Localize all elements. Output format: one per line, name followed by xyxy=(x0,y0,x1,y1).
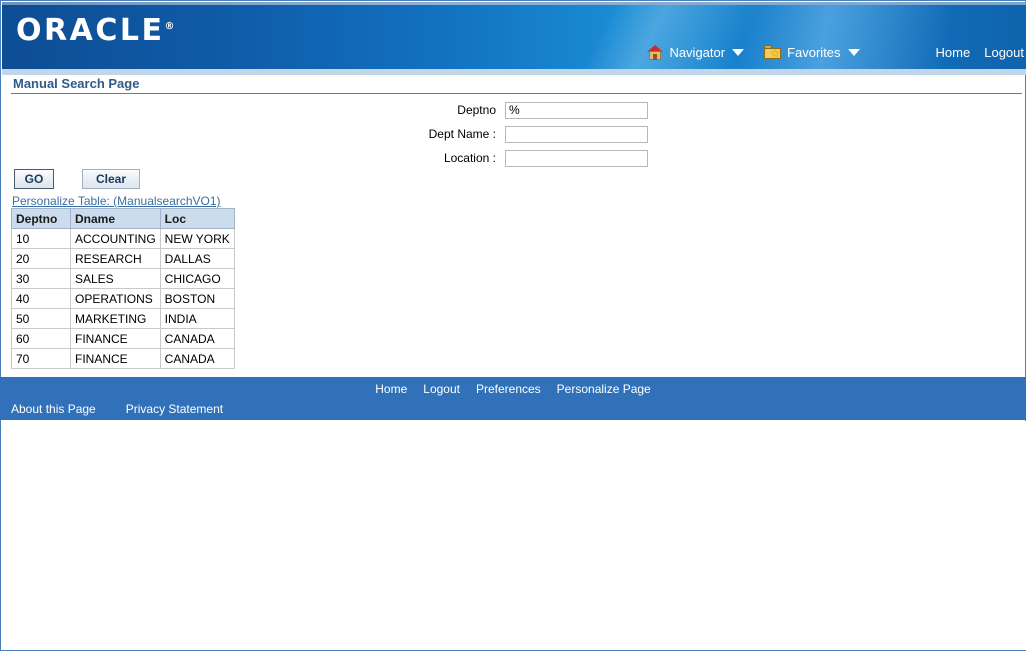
table-row[interactable]: 10 ACCOUNTING NEW YORK xyxy=(11,228,235,249)
cell-loc: BOSTON xyxy=(159,288,235,309)
cell-deptno: 10 xyxy=(11,228,71,249)
page-title: Manual Search Page xyxy=(13,76,140,91)
table-row[interactable]: 30 SALES CHICAGO xyxy=(11,268,235,289)
cell-loc: CHICAGO xyxy=(159,268,235,289)
cell-loc: CANADA xyxy=(159,348,235,369)
cell-dname: OPERATIONS xyxy=(70,288,161,309)
header-top-rule xyxy=(2,2,1026,5)
footer-link-logout[interactable]: Logout xyxy=(423,382,460,396)
cell-dname: FINANCE xyxy=(70,348,161,369)
table-row[interactable]: 50 MARKETING INDIA xyxy=(11,308,235,329)
page-frame: ORACLE® Navigator ★ Favorites Home Logou… xyxy=(0,0,1026,651)
footer-link-preferences[interactable]: Preferences xyxy=(476,382,541,396)
personalize-table-link[interactable]: Personalize Table: (ManualsearchVO1) xyxy=(12,194,221,208)
footer-link-privacy-statement[interactable]: Privacy Statement xyxy=(126,402,223,416)
column-header-deptno[interactable]: Deptno xyxy=(11,208,71,229)
search-form: Deptno Dept Name : Location : xyxy=(398,98,648,170)
table-body: 10 ACCOUNTING NEW YORK 20 RESEARCH DALLA… xyxy=(11,228,235,369)
table-row[interactable]: 60 FINANCE CANADA xyxy=(11,328,235,349)
cell-deptno: 60 xyxy=(11,328,71,349)
form-button-bar: GO Clear xyxy=(14,169,140,189)
oracle-logo-registered: ® xyxy=(164,21,175,32)
cell-deptno: 20 xyxy=(11,248,71,269)
global-nav-links: Home Logout xyxy=(922,45,1024,60)
global-navigation-bar: Navigator ★ Favorites Home Logout xyxy=(2,38,1026,66)
cell-deptno: 40 xyxy=(11,288,71,309)
footer-link-personalize-page[interactable]: Personalize Page xyxy=(557,382,651,396)
cell-deptno: 50 xyxy=(11,308,71,329)
column-header-dname[interactable]: Dname xyxy=(70,208,161,229)
dept-name-input[interactable] xyxy=(505,125,648,143)
cell-loc: DALLAS xyxy=(159,248,235,269)
favorites-menu-label: Favorites xyxy=(787,44,841,60)
table-row[interactable]: 70 FINANCE CANADA xyxy=(11,348,235,369)
navigator-menu-label: Navigator xyxy=(669,44,726,60)
folder-star-icon: ★ xyxy=(764,45,782,60)
form-row-deptno: Deptno xyxy=(398,98,648,122)
dept-name-label: Dept Name : xyxy=(428,127,496,141)
location-input[interactable] xyxy=(505,149,648,167)
page-footer: Home Logout Preferences Personalize Page… xyxy=(0,377,1026,420)
navigator-menu[interactable]: Navigator xyxy=(647,44,745,60)
clear-button[interactable]: Clear xyxy=(82,169,140,189)
house-icon xyxy=(647,44,664,60)
deptno-label: Deptno xyxy=(457,103,496,117)
footer-secondary-links: About this Page Privacy Statement xyxy=(11,399,253,419)
favorites-menu[interactable]: ★ Favorites xyxy=(764,44,860,60)
cell-dname: FINANCE xyxy=(70,328,161,349)
branding-header: ORACLE® Navigator ★ Favorites Home Logou… xyxy=(2,2,1026,69)
footer-primary-links: Home Logout Preferences Personalize Page xyxy=(0,379,1026,399)
cell-loc: CANADA xyxy=(159,328,235,349)
cell-dname: RESEARCH xyxy=(70,248,161,269)
cell-deptno: 30 xyxy=(11,268,71,289)
table-row[interactable]: 40 OPERATIONS BOSTON xyxy=(11,288,235,309)
cell-dname: MARKETING xyxy=(70,308,161,329)
cell-loc: NEW YORK xyxy=(159,228,235,249)
footer-link-home[interactable]: Home xyxy=(375,382,407,396)
cell-deptno: 70 xyxy=(11,348,71,369)
page-title-rule xyxy=(11,93,1022,94)
chevron-down-icon xyxy=(847,48,860,56)
form-row-dept-name: Dept Name : xyxy=(398,122,648,146)
form-row-location: Location : xyxy=(398,146,648,170)
deptno-input[interactable] xyxy=(505,101,648,119)
chevron-down-icon xyxy=(732,48,745,56)
table-header-row: Deptno Dname Loc xyxy=(11,208,235,229)
empty-content-area xyxy=(2,421,1026,650)
global-link-home[interactable]: Home xyxy=(936,45,971,60)
cell-dname: SALES xyxy=(70,268,161,289)
location-label: Location : xyxy=(443,151,496,165)
page-title-area: Manual Search Page xyxy=(2,75,1026,95)
footer-link-about-this-page[interactable]: About this Page xyxy=(11,402,96,416)
results-table: Deptno Dname Loc 10 ACCOUNTING NEW YORK … xyxy=(11,208,235,369)
table-row[interactable]: 20 RESEARCH DALLAS xyxy=(11,248,235,269)
go-button[interactable]: GO xyxy=(14,169,54,189)
cell-loc: INDIA xyxy=(159,308,235,329)
column-header-loc[interactable]: Loc xyxy=(159,208,235,229)
global-link-logout[interactable]: Logout xyxy=(984,45,1024,60)
cell-dname: ACCOUNTING xyxy=(70,228,161,249)
